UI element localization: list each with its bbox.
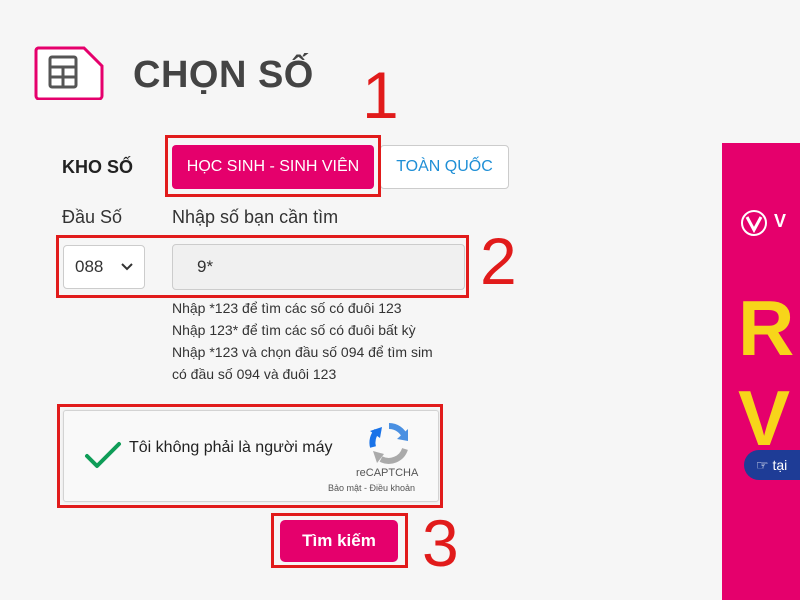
banner-cta-label: tại bbox=[772, 457, 788, 473]
prefix-label: Đầu Số bbox=[62, 207, 123, 227]
hint-line: có đầu số 094 và đuôi 123 bbox=[172, 366, 337, 382]
tab-toan-quoc[interactable]: TOÀN QUỐC bbox=[380, 145, 509, 189]
banner-headline-1: R bbox=[738, 284, 795, 372]
promo-banner[interactable]: V R V ☞ tại bbox=[722, 143, 800, 600]
hint-line: Nhập *123 để tìm các số có đuôi 123 bbox=[172, 300, 402, 316]
highlight-box-step-2 bbox=[56, 235, 469, 298]
banner-headline-2: V bbox=[738, 374, 791, 462]
brand-logo-text: V bbox=[774, 211, 787, 231]
brand-logo-icon bbox=[741, 210, 767, 236]
highlight-box-step-1 bbox=[165, 135, 381, 197]
search-label: Nhập số bạn cần tìm bbox=[172, 207, 339, 227]
hint-line: Nhập 123* để tìm các số có đuôi bất kỳ bbox=[172, 322, 416, 338]
hand-pointer-icon: ☞ bbox=[756, 456, 773, 473]
highlight-box-step-3 bbox=[271, 513, 408, 568]
sim-card-icon bbox=[34, 46, 104, 100]
banner-cta[interactable]: ☞ tại bbox=[744, 450, 800, 480]
highlight-box-captcha bbox=[57, 404, 443, 508]
page-title: CHỌN SỐ bbox=[133, 54, 314, 96]
step-number-2: 2 bbox=[480, 224, 517, 298]
step-number-3: 3 bbox=[422, 506, 459, 580]
kho-so-label: KHO SỐ bbox=[62, 157, 134, 177]
hint-line: Nhập *123 và chọn đầu số 094 để tìm sim bbox=[172, 344, 433, 360]
step-number-1: 1 bbox=[362, 58, 399, 132]
search-hints: Nhập *123 để tìm các số có đuôi 123 Nhập… bbox=[172, 297, 433, 385]
